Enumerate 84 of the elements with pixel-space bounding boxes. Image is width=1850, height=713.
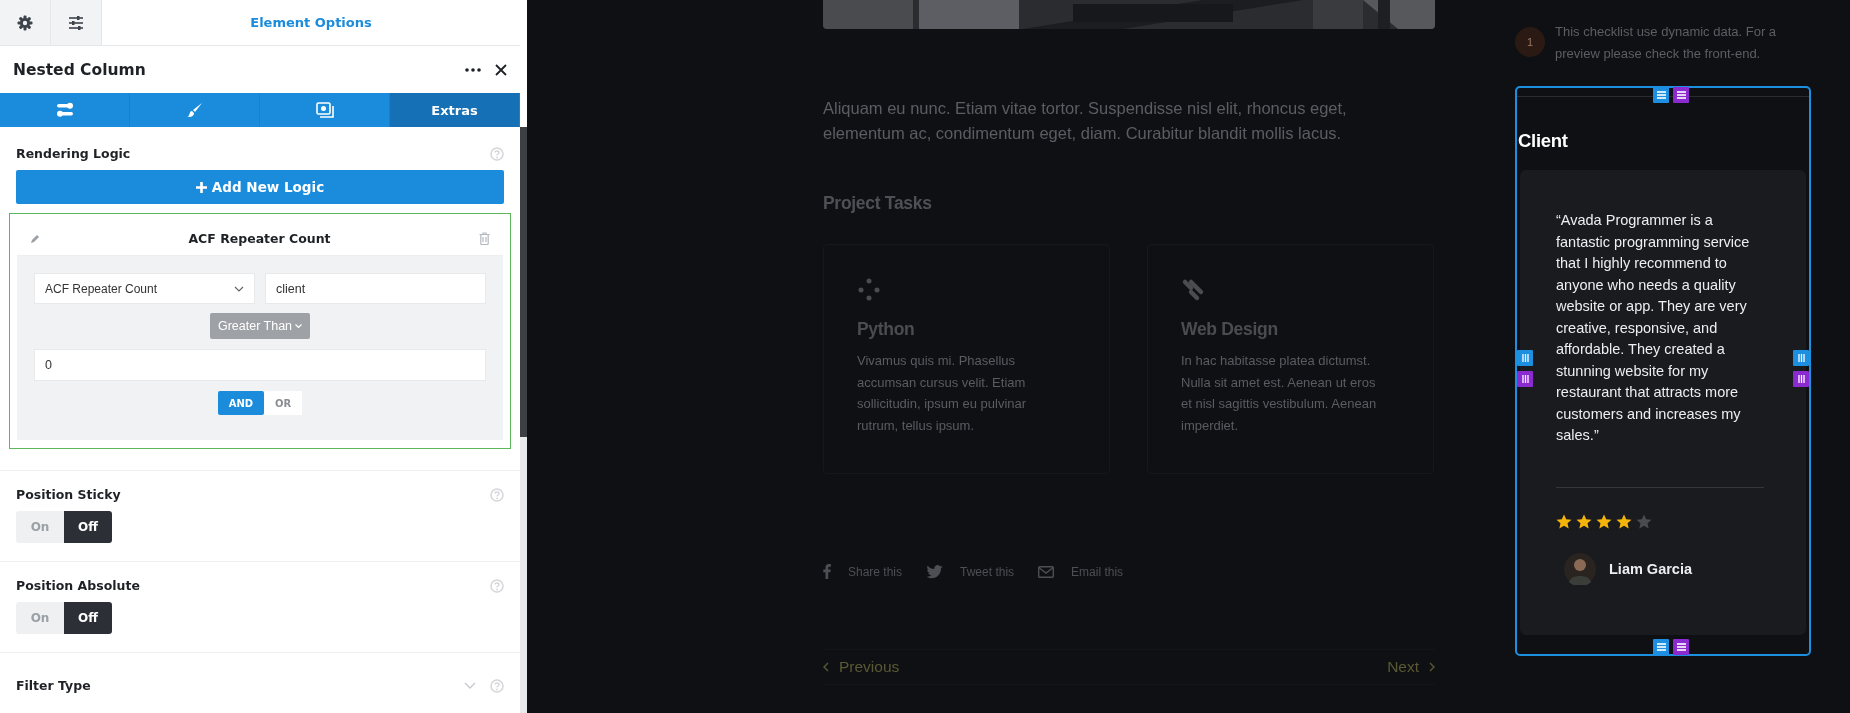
operator-dropdown[interactable]: Greater Than [209, 313, 311, 339]
menu-icon [1656, 643, 1666, 651]
add-logic-button[interactable]: Add New Logic [16, 170, 504, 204]
connector-button[interactable]: AND [217, 391, 265, 415]
toggles-icon[interactable] [55, 102, 74, 118]
menu-icon [1656, 91, 1666, 99]
handle-button[interactable] [1673, 87, 1689, 103]
plus-icon [195, 181, 207, 193]
chevron-right-icon [1429, 662, 1435, 672]
star-icon [1556, 513, 1572, 529]
previous-link[interactable]: Previous [823, 658, 900, 676]
star-icon [1576, 513, 1592, 529]
help-icon [490, 678, 504, 693]
option-label: Filter Type [16, 678, 92, 693]
handle-button[interactable] [1793, 350, 1809, 366]
section-title: Project Tasks [823, 193, 933, 214]
pencil-icon[interactable] [30, 233, 40, 244]
task-description: Vivamus quis mi. Phasellus accumsan cursus velit. Etiam sollicitudin, ipsum eu pulvinar rutrum, tellus ipsum. [857, 352, 1028, 435]
handle-button[interactable] [1517, 350, 1533, 366]
brush-icon[interactable] [186, 102, 203, 118]
trash-icon[interactable] [479, 232, 490, 245]
help-icon [490, 146, 504, 161]
close-icon [495, 63, 507, 76]
toggle-option[interactable]: On [16, 602, 64, 634]
panel-title: Nested Column [13, 60, 147, 79]
share-link[interactable]: Email this [1038, 564, 1124, 579]
value-field[interactable]: 0 [34, 349, 486, 381]
task-description: In hac habitasse platea dictumst. Nulla sit amet est. Aenean ut eros et nisl sagittis vestibulum. Aenean imperdiet. [1181, 352, 1378, 435]
section-label: Rendering Logic [16, 146, 131, 161]
more-icon [465, 67, 481, 72]
chevron-down-icon [234, 285, 244, 292]
author-name: Liam Garcia [1609, 560, 1692, 577]
testimonial-quote: “Avada Programmer is a fantastic programming service that I highly recommend to anyone who needs a quality website or app. They are very creative, responsive, and affordable. They created a stunning website for my restaurant that attracts more customers and increases my sales.” [1556, 211, 1751, 445]
handle-button[interactable] [1793, 371, 1809, 387]
close-button[interactable] [495, 63, 507, 76]
avatar [1564, 552, 1596, 585]
dots-icon [857, 278, 881, 302]
share-link[interactable]: Share this [823, 564, 903, 579]
handle-button[interactable] [1653, 639, 1669, 655]
next-link[interactable]: Next [1387, 658, 1435, 676]
menu-icon [1676, 643, 1686, 651]
chevron-left-icon [823, 662, 829, 672]
drag-handle-icon [1521, 354, 1529, 362]
checklist-note: This checklist use dynamic data. For a preview please check the front-end. [1555, 23, 1778, 63]
connector-button[interactable]: OR [264, 391, 303, 415]
settings-icon[interactable] [17, 14, 33, 31]
share-link[interactable]: Tweet this [926, 564, 1015, 579]
toggle-option[interactable]: On [16, 511, 64, 543]
toggle-option[interactable]: Off [64, 602, 112, 634]
bird-icon [926, 564, 944, 579]
image-icon[interactable] [315, 102, 334, 118]
option-label: Position Absolute [16, 578, 140, 593]
handle-button[interactable] [1517, 371, 1533, 387]
handle-button[interactable] [1653, 87, 1669, 103]
facebook-icon [823, 564, 831, 579]
rule-title: ACF Repeater Count [187, 231, 332, 246]
name-field[interactable]: client [265, 273, 486, 304]
body-paragraph: Aliquam eu nunc. Etiam vitae tortor. Suspendisse nisl elit, rhoncus eget, elementum ac, condimentum eget, diam. Curabitur blandit mollis lacus. [823, 98, 1348, 144]
star-icon [1616, 513, 1632, 529]
panel-tab[interactable] [0, 0, 51, 45]
field-select[interactable]: ACF Repeater Count [34, 273, 255, 304]
drag-handle-icon [1797, 375, 1805, 383]
column-title: Client [1518, 130, 1569, 152]
star-icon [1596, 513, 1612, 529]
option-label: Position Sticky [16, 487, 121, 502]
handle-button[interactable] [1673, 639, 1689, 655]
more-button[interactable] [465, 67, 481, 72]
stripes-icon [1181, 278, 1205, 302]
envelope-icon [1038, 565, 1055, 578]
star-icon [1636, 513, 1652, 529]
options-tab[interactable]: Extras [390, 93, 520, 127]
panel-tab[interactable] [51, 0, 102, 45]
drag-handle-icon [1797, 354, 1805, 362]
chevron-down-icon [295, 323, 303, 329]
task-title: Python [857, 319, 916, 340]
menu-icon [1676, 91, 1686, 99]
help-icon [490, 578, 504, 593]
step-number: 1 [1515, 27, 1545, 57]
drag-handle-icon [1521, 375, 1529, 383]
toggle-option[interactable]: Off [64, 511, 112, 543]
scrollbar[interactable] [520, 127, 527, 437]
help-icon [490, 487, 504, 502]
sliders-icon[interactable] [68, 15, 84, 30]
task-title: Web Design [1181, 319, 1279, 340]
